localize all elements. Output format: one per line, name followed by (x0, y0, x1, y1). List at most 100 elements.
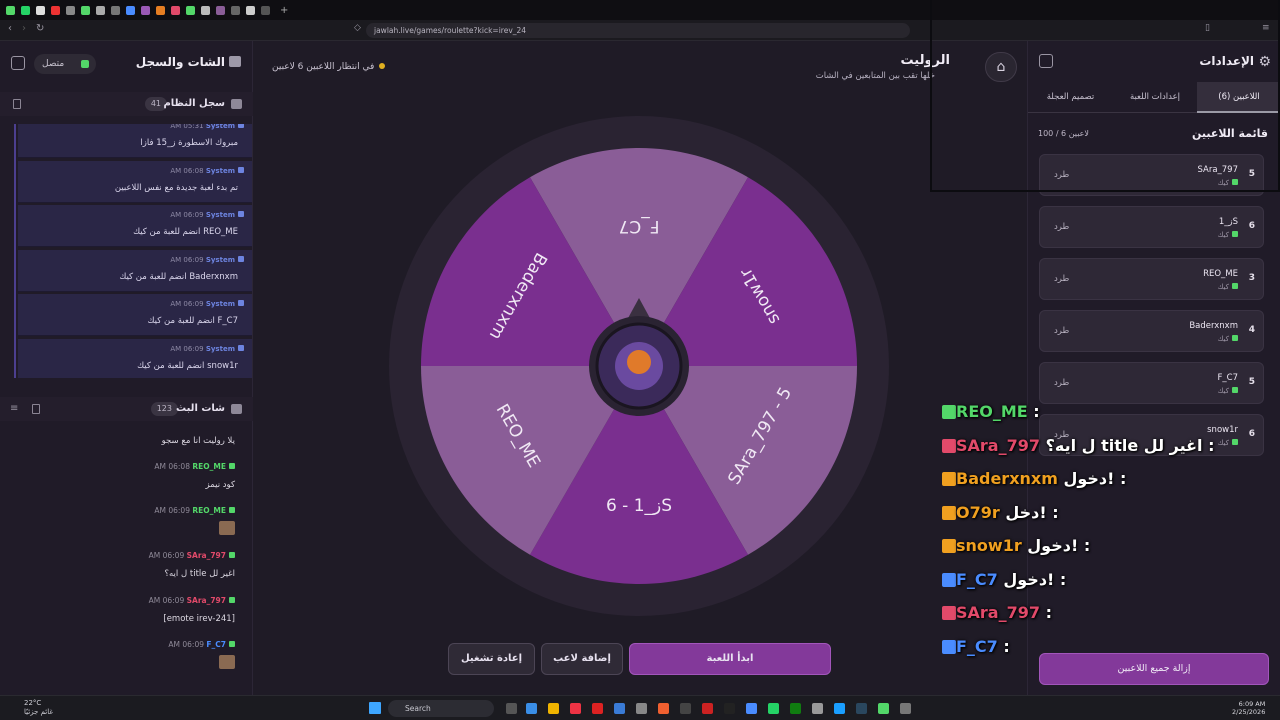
overlay-username: F_C7 (956, 636, 998, 656)
tab-icon[interactable] (36, 5, 45, 15)
filter-icon[interactable]: ≡ (10, 403, 18, 414)
task-view-icon[interactable] (506, 703, 517, 714)
tab-icon[interactable] (126, 5, 135, 15)
overlay-chat-line: snow1r دخول! : (938, 536, 1090, 555)
kick-player-button[interactable]: طرد (1054, 222, 1069, 232)
system-log-list[interactable]: AM 05:31 System مبروك الاسطورة ز_15 فازا A… (14, 124, 252, 378)
overlay-username: snow1r (956, 536, 1022, 555)
restart-button[interactable]: إعادة تشغيل (448, 643, 535, 675)
chat-username[interactable]: SAra_797 (187, 551, 226, 560)
chat-message: AM 06:08 REO_ME كود نيمز (5, 462, 235, 506)
chat-username[interactable]: F_C7 (206, 640, 226, 649)
wheel-segment-label: 6 - ز_1S (606, 496, 672, 516)
chat-icon (231, 404, 242, 414)
app-icon[interactable] (680, 703, 691, 714)
player-score: 4 (1248, 325, 1255, 335)
reload-icon[interactable]: ↻ (36, 23, 44, 34)
tab-icon[interactable] (66, 5, 75, 15)
tab-icon[interactable] (141, 5, 150, 15)
new-tab-icon[interactable]: + (280, 5, 288, 16)
live-chat-list[interactable]: يلا روليت انا مع سجو AM 06:08 REO_ME كود ن… (0, 424, 253, 694)
kick-player-button[interactable]: طرد (1054, 378, 1069, 388)
player-name: F_C7 (1217, 373, 1238, 383)
roulette-wheel[interactable]: F_C7 snow1r SAra_797 - 56 - ز_1S REO_ME Bade… (389, 116, 889, 616)
brave-icon[interactable] (658, 703, 669, 714)
player-row: طرد REO_ME كيك 3 (1039, 258, 1264, 300)
chat-username[interactable]: REO_ME (192, 462, 226, 471)
player-score: 6 (1248, 429, 1255, 439)
whatsapp-icon[interactable] (768, 703, 779, 714)
kick-player-button[interactable]: طرد (1054, 326, 1069, 336)
overlay-chat-line: Baderxnxm دخول! : (938, 469, 1126, 488)
live-chat-count: 123 (150, 402, 178, 416)
tab-icon[interactable] (201, 5, 210, 15)
start-game-button[interactable]: ابدأ اللعبة (629, 643, 831, 675)
system-badge-icon (238, 124, 244, 128)
overlay-chat-line: F_C7 : (938, 637, 1010, 656)
overlay-username: O79r (956, 502, 1000, 522)
tab-icon[interactable] (171, 5, 180, 15)
trash-icon[interactable] (32, 404, 40, 414)
back-icon[interactable]: ‹ (8, 23, 12, 34)
system-log-user: System (205, 166, 235, 175)
clock[interactable]: 6:09 AM 2/25/2026 (1232, 700, 1265, 716)
xbox-icon[interactable] (790, 703, 801, 714)
app-icon[interactable] (900, 703, 911, 714)
bookmark-icon[interactable]: ◇ (354, 23, 361, 33)
tab-icon[interactable] (231, 5, 240, 15)
windows-start-icon[interactable] (369, 702, 381, 714)
app-icon[interactable] (614, 703, 625, 714)
tab-icon[interactable] (216, 5, 225, 15)
chat-meta: AM 06:09 F_C7 (168, 640, 235, 649)
system-log-time: AM 05:31 (170, 124, 204, 130)
app-icon[interactable] (878, 703, 889, 714)
app-icon[interactable] (570, 703, 581, 714)
tab-icon[interactable] (51, 5, 60, 15)
player-platform: كيك (1218, 335, 1238, 343)
chat-username[interactable]: REO_ME (192, 506, 226, 515)
forward-icon[interactable]: › (22, 23, 26, 34)
tab-icon[interactable] (261, 5, 270, 15)
system-log-time: AM 06:09 (170, 300, 204, 308)
system-log-text: مبروك الاسطورة ز_15 فازا (140, 138, 238, 148)
game-status: في انتظار اللاعبين 6 لاعبين (264, 62, 386, 72)
log-icon (231, 99, 242, 109)
tab-icon[interactable] (111, 5, 120, 15)
app-icon[interactable] (702, 703, 713, 714)
system-log-user: System (205, 344, 235, 353)
add-player-button[interactable]: إضافة لاعب (541, 643, 623, 675)
app-icon[interactable] (746, 703, 757, 714)
weather-widget[interactable]: 22°C غائم جزئيًا (24, 699, 53, 717)
chat-username[interactable]: SAra_797 (187, 596, 226, 605)
app-icon[interactable] (636, 703, 647, 714)
collapse-panel-icon[interactable] (11, 56, 25, 70)
tab-icon[interactable] (81, 5, 90, 15)
player-name: ز_1S (1218, 217, 1238, 227)
tab-icon[interactable] (156, 5, 165, 15)
player-platform-label: كيك (1217, 283, 1229, 291)
tab-icon[interactable] (186, 5, 195, 15)
chat-message: AM 06:09 SAra_797 اغير لل title ل ايه؟ (5, 551, 235, 595)
player-row: طرد ز_1S كيك 6 (1039, 206, 1264, 248)
badge-icon (942, 639, 956, 654)
taskbar-search[interactable]: Search (388, 700, 494, 717)
chat-time: AM 06:09 (154, 506, 190, 515)
trash-icon[interactable] (13, 99, 21, 109)
app-icon[interactable] (724, 703, 735, 714)
tab-icon[interactable] (96, 5, 105, 15)
youtube-icon[interactable] (592, 703, 603, 714)
tab-icon[interactable] (21, 5, 30, 15)
tab-icon-active[interactable] (246, 5, 255, 15)
tab-icon[interactable] (6, 5, 15, 15)
app-icon[interactable] (834, 703, 845, 714)
player-name: REO_ME (1203, 269, 1238, 279)
kick-player-button[interactable]: طرد (1054, 274, 1069, 284)
wheel-hub-flame (627, 350, 651, 374)
app-icon[interactable] (812, 703, 823, 714)
explorer-icon[interactable] (548, 703, 559, 714)
url-field[interactable]: jawlah.live/games/roulette?kick=irev_24 (366, 23, 910, 38)
system-badge-icon (238, 344, 244, 351)
edge-icon[interactable] (526, 703, 537, 714)
kick-badge-icon (229, 641, 235, 647)
steam-icon[interactable] (856, 703, 867, 714)
